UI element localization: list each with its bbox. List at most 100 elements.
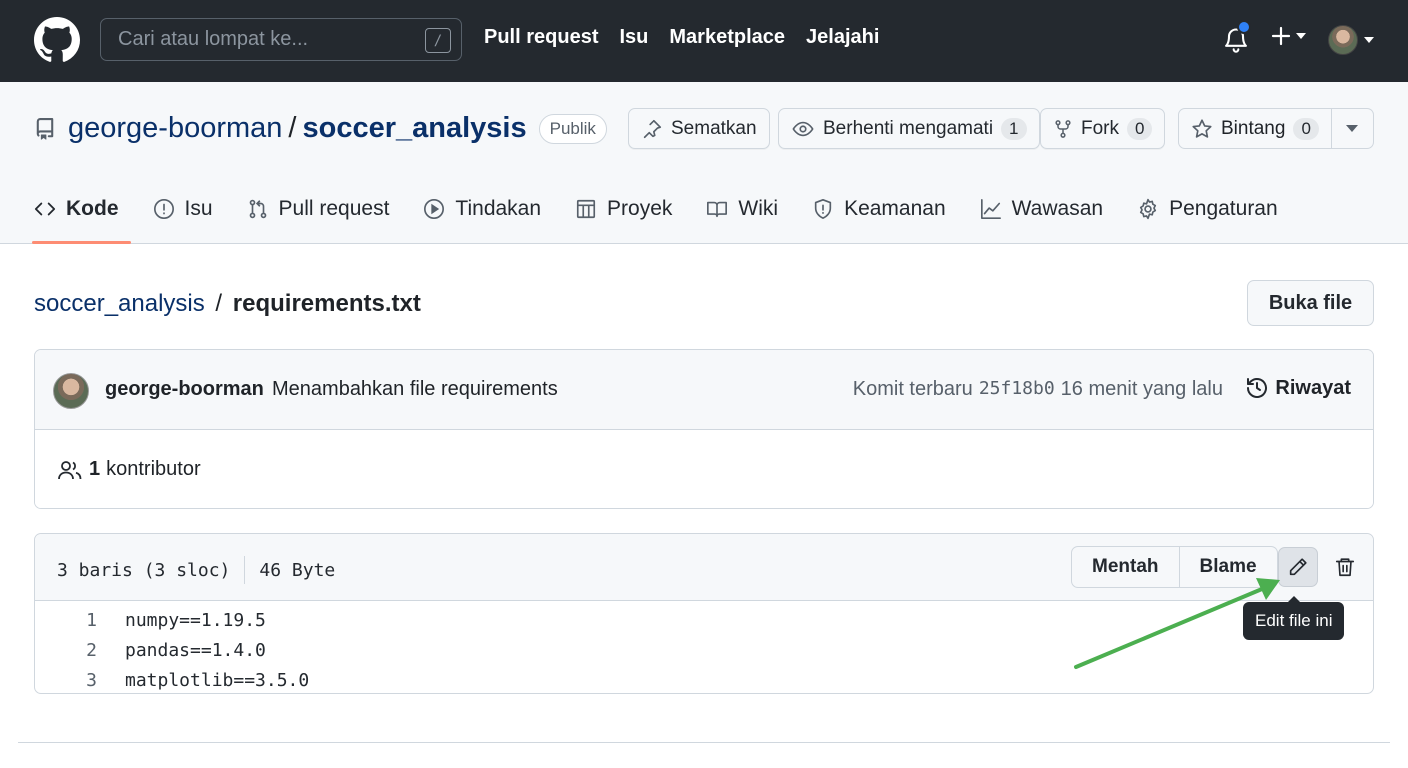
search-input[interactable]: Cari atau lompat ke... / xyxy=(100,18,462,61)
star-icon xyxy=(1192,118,1212,138)
code-line: 1 numpy==1.19.5 xyxy=(35,605,1373,635)
tab-actions-label: Tindakan xyxy=(455,197,542,220)
latest-commit-label: Komit terbaru xyxy=(852,378,973,400)
github-logo-icon[interactable] xyxy=(34,17,80,63)
line-number[interactable]: 2 xyxy=(35,640,97,661)
breadcrumb: soccer_analysis / requirements.txt xyxy=(34,290,421,318)
repo-name-link[interactable]: soccer_analysis xyxy=(302,112,526,145)
unwatch-label: Berhenti mengamati xyxy=(823,117,994,139)
file-view-buttons: Mentah Blame xyxy=(1071,546,1278,588)
contributors-row[interactable]: 1 kontributor xyxy=(35,430,1373,508)
fork-label: Fork xyxy=(1081,117,1119,139)
nav-pull-requests[interactable]: Pull request xyxy=(484,26,598,49)
history-label: Riwayat xyxy=(1275,376,1351,399)
visibility-badge: Publik xyxy=(538,113,607,144)
repo-separator: / xyxy=(288,112,297,144)
fork-button[interactable]: Fork 0 xyxy=(1040,108,1166,149)
open-file-button[interactable]: Buka file xyxy=(1247,280,1374,326)
tab-code[interactable]: Kode xyxy=(32,182,131,244)
plus-icon xyxy=(1271,26,1291,46)
global-header: Cari atau lompat ke... / Pull request Is… xyxy=(0,0,1408,82)
commit-sha-link[interactable]: 25f18b0 xyxy=(979,378,1055,401)
star-label: Bintang xyxy=(1221,117,1286,139)
gear-icon xyxy=(1140,198,1157,220)
delete-file-button[interactable] xyxy=(1325,547,1365,587)
user-menu[interactable] xyxy=(1328,25,1374,55)
chevron-down-icon xyxy=(1364,37,1374,43)
tab-settings[interactable]: Pengaturan xyxy=(1137,182,1278,236)
people-icon xyxy=(58,460,82,479)
blame-button[interactable]: Blame xyxy=(1179,546,1278,588)
edit-file-tooltip: Edit file ini xyxy=(1243,596,1345,640)
fork-count: 0 xyxy=(1127,117,1153,140)
breadcrumb-file-name: requirements.txt xyxy=(232,290,421,317)
code-line: 3 matplotlib==3.5.0 xyxy=(35,665,1373,695)
line-content: matplotlib==3.5.0 xyxy=(125,669,310,691)
file-size: 46 Byte xyxy=(259,559,336,581)
active-tab-indicator xyxy=(32,241,131,244)
star-lists-dropdown[interactable] xyxy=(1331,108,1374,149)
table-icon xyxy=(576,199,596,219)
chevron-down-icon xyxy=(1296,33,1306,39)
tab-wiki[interactable]: Wiki xyxy=(706,182,778,236)
shield-icon xyxy=(814,199,832,219)
line-number[interactable]: 3 xyxy=(35,670,97,691)
tab-projects[interactable]: Proyek xyxy=(575,182,672,236)
unwatch-button[interactable]: Berhenti mengamati 1 xyxy=(778,108,1040,149)
tab-insights[interactable]: Wawasan xyxy=(980,182,1103,236)
code-line: 2 pandas==1.4.0 xyxy=(35,635,1373,665)
search-placeholder: Cari atau lompat ke... xyxy=(118,28,309,50)
history-icon xyxy=(1247,378,1268,398)
notification-dot xyxy=(1237,20,1251,34)
git-pull-request-icon xyxy=(249,199,266,219)
tab-wiki-label: Wiki xyxy=(738,197,779,220)
code-lines: 1 numpy==1.19.5 2 pandas==1.4.0 3 matplo… xyxy=(35,601,1373,695)
nav-marketplace[interactable]: Marketplace xyxy=(669,26,785,49)
tab-security-label: Keamanan xyxy=(844,197,946,220)
tab-security[interactable]: Keamanan xyxy=(812,182,946,236)
breadcrumb-repo-link[interactable]: soccer_analysis xyxy=(34,290,205,317)
pin-button[interactable]: Sematkan xyxy=(628,108,770,149)
line-content: pandas==1.4.0 xyxy=(125,639,266,661)
fork-icon xyxy=(1055,119,1071,138)
pin-label: Sematkan xyxy=(671,117,757,139)
commit-author-link[interactable]: george-boorman xyxy=(105,378,264,401)
file-header: 3 baris (3 sloc) 46 Byte Mentah Blame Ed… xyxy=(35,534,1373,640)
star-button-group: Bintang 0 xyxy=(1178,108,1374,149)
trash-icon xyxy=(1335,558,1355,577)
nav-explore[interactable]: Jelajahi xyxy=(806,26,879,49)
slash-shortcut-key: / xyxy=(425,28,451,53)
graph-icon xyxy=(980,199,1001,219)
tab-code-label: Kode xyxy=(66,197,119,220)
breadcrumb-separator: / xyxy=(215,290,223,317)
issue-opened-icon xyxy=(153,199,174,219)
line-number[interactable]: 1 xyxy=(35,610,97,631)
contributors-count: 1 xyxy=(89,458,101,480)
raw-button[interactable]: Mentah xyxy=(1071,546,1180,588)
repo-owner-link[interactable]: george-boorman xyxy=(68,112,282,145)
history-link[interactable]: Riwayat xyxy=(1245,376,1351,400)
commit-row: george-boorman Menambahkan file requirem… xyxy=(35,350,1373,430)
file-viewer: 3 baris (3 sloc) 46 Byte Mentah Blame Ed… xyxy=(34,533,1374,694)
nav-issues[interactable]: Isu xyxy=(619,26,648,49)
global-nav: Pull request Isu Marketplace Jelajahi xyxy=(484,26,900,49)
create-new-menu[interactable] xyxy=(1270,25,1306,47)
contributors-label: kontributor xyxy=(106,458,201,480)
tab-issues[interactable]: Isu xyxy=(153,182,213,236)
avatar[interactable] xyxy=(53,373,89,409)
commit-message-link[interactable]: Menambahkan file requirements xyxy=(272,378,558,401)
tab-actions[interactable]: Tindakan xyxy=(423,182,541,236)
star-button[interactable]: Bintang 0 xyxy=(1178,108,1332,149)
eye-icon xyxy=(792,121,814,136)
stats-divider xyxy=(244,556,246,584)
repo-tabs: Kode Isu Pull request Tindakan Proyek Wi… xyxy=(32,182,1312,244)
repo-header: george-boorman / soccer_analysis Publik … xyxy=(0,82,1408,244)
repo-title: george-boorman / soccer_analysis Publik xyxy=(34,112,607,145)
tab-pull-requests[interactable]: Pull request xyxy=(247,182,389,236)
line-content: numpy==1.19.5 xyxy=(125,609,266,631)
play-icon xyxy=(424,199,445,219)
line-count: 3 baris (3 sloc) xyxy=(57,559,231,581)
latest-commit-box: george-boorman Menambahkan file requirem… xyxy=(34,349,1374,509)
edit-file-button[interactable] xyxy=(1278,547,1318,587)
footer-divider xyxy=(18,742,1390,743)
